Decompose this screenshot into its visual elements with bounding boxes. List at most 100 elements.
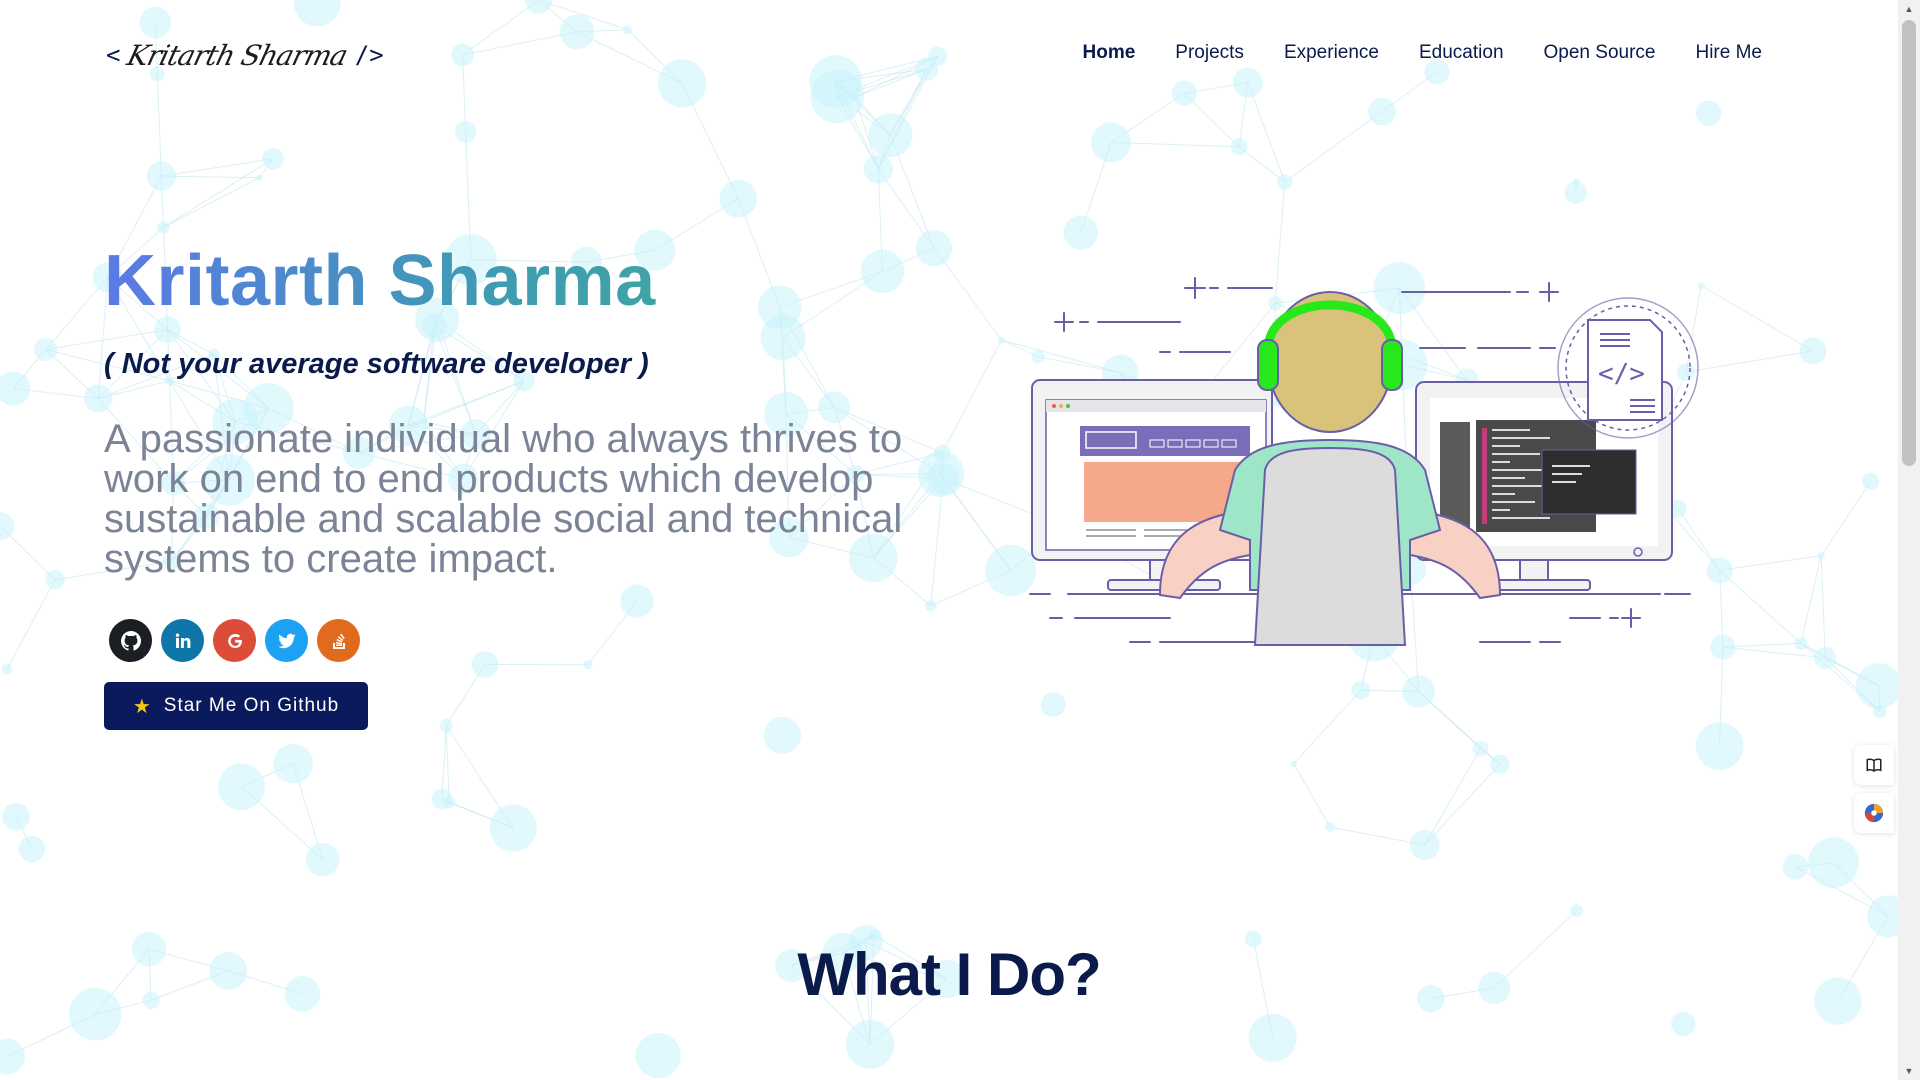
particle-dot [18, 835, 46, 863]
stackoverflow-button[interactable] [317, 619, 360, 662]
particle-dot [1564, 181, 1588, 204]
logo-close-bracket: /> [354, 41, 384, 69]
particle-dot [34, 337, 58, 362]
twitter-button[interactable] [265, 619, 308, 662]
site-header: < Kritarth Sharma /> Home Projects Exper… [0, 0, 1898, 110]
translate-widget[interactable] [1854, 793, 1894, 833]
particle-dot [1490, 754, 1510, 775]
particle-link [163, 158, 274, 228]
particle-dot [998, 336, 1006, 344]
particle-dot [262, 147, 284, 170]
particle-dot [1862, 472, 1880, 490]
particle-dot [1472, 740, 1489, 757]
section-title-what-i-do: What I Do? [797, 941, 1101, 1008]
particle-dot [489, 804, 537, 852]
google-icon [227, 633, 242, 648]
scroll-down-arrow-icon[interactable]: ▼ [1898, 1062, 1920, 1080]
scroll-up-arrow-icon[interactable]: ▲ [1898, 0, 1920, 18]
particle-dot [0, 512, 15, 541]
nav-home[interactable]: Home [1083, 42, 1136, 64]
reader-widget[interactable] [1854, 745, 1894, 785]
scrollbar-thumb[interactable] [1902, 20, 1916, 466]
particle-dot [1817, 551, 1825, 560]
particle-dot [719, 179, 758, 218]
particle-dot [1351, 680, 1371, 700]
nav-projects[interactable]: Projects [1175, 42, 1244, 64]
particle-dot [1856, 663, 1898, 709]
social-links [109, 619, 944, 662]
particle-dot [454, 120, 477, 143]
particle-link [441, 725, 447, 800]
particle-dot [146, 161, 177, 191]
particle-dot [1808, 837, 1859, 888]
particle-link [1293, 689, 1362, 765]
particle-dot [45, 570, 65, 590]
particle-dot [635, 1033, 681, 1079]
logo[interactable]: < Kritarth Sharma /> [106, 30, 384, 80]
particle-dot [1873, 704, 1887, 719]
particle-link [1820, 555, 1826, 658]
particle-dot [2, 802, 30, 831]
developer-illustration: </> [1029, 277, 1699, 646]
particle-link [6, 579, 56, 670]
linkedin-icon [175, 633, 190, 648]
particle-dot [1409, 829, 1440, 861]
hero-tagline: ( Not your average software developer ) [104, 348, 649, 380]
stackoverflow-icon [332, 633, 345, 649]
globe-icon [1864, 803, 1884, 823]
particle-dot [1794, 636, 1808, 650]
particle-link [941, 339, 1003, 454]
particle-dot [1248, 1013, 1297, 1062]
page-scrollbar[interactable]: ▲ ▼ [1898, 0, 1920, 1080]
particle-dot [256, 174, 263, 181]
particle-link [1293, 763, 1331, 828]
logo-open-bracket: < [106, 41, 121, 69]
hero-name: Kritarth Sharma [104, 236, 944, 326]
logo-signature: Kritarth Sharma [124, 38, 351, 72]
hero-description: A passionate individual who always thriv… [104, 417, 903, 581]
particle-link [1719, 555, 1822, 571]
particle-dot [1290, 760, 1297, 768]
particle-dot [1091, 122, 1132, 163]
github-icon [120, 630, 141, 651]
star-on-github-button[interactable]: ★ Star Me On Github [104, 682, 368, 730]
particle-dot [1710, 634, 1736, 660]
particle-dot [845, 1020, 895, 1069]
svg-text:</>: </> [1598, 359, 1645, 389]
particle-link [1820, 481, 1872, 556]
particle-dot [1867, 895, 1898, 938]
particle-link [1284, 111, 1383, 183]
particle-dot [1276, 174, 1293, 190]
particle-link [163, 177, 260, 228]
github-button[interactable] [109, 619, 152, 662]
google-button[interactable] [213, 619, 256, 662]
particle-dot [1040, 692, 1066, 717]
code-document-icon: </> [1557, 297, 1699, 439]
particle-link [1424, 764, 1501, 846]
particle-link [1719, 570, 1802, 644]
particle-dot [1325, 822, 1336, 833]
nav-hire-me[interactable]: Hire Me [1695, 42, 1762, 64]
particle-dot [1402, 675, 1435, 708]
nav-experience[interactable]: Experience [1284, 42, 1379, 64]
particle-link [1800, 555, 1822, 644]
star-button-label: Star Me On Github [163, 695, 340, 716]
hero-section: Kritarth Sharma ( Not your average softw… [104, 236, 944, 730]
particle-dot [273, 743, 313, 784]
particle-dot [1570, 904, 1584, 918]
particle-dot [1782, 853, 1809, 880]
particle-dot [1706, 557, 1733, 584]
linkedin-button[interactable] [161, 619, 204, 662]
particle-dot [0, 1038, 26, 1075]
particle-dot [157, 221, 170, 234]
particle-link [1424, 748, 1482, 846]
particle-dot [1695, 722, 1744, 770]
particle-dot [431, 788, 453, 810]
nav-education[interactable]: Education [1419, 42, 1504, 64]
book-icon [1866, 758, 1882, 772]
particle-dot [863, 154, 893, 184]
main-nav: Home Projects Experience Education Open … [1083, 42, 1763, 64]
nav-open-source[interactable]: Open Source [1544, 42, 1656, 64]
particle-dot [1230, 138, 1248, 156]
particle-dot [1799, 337, 1827, 365]
